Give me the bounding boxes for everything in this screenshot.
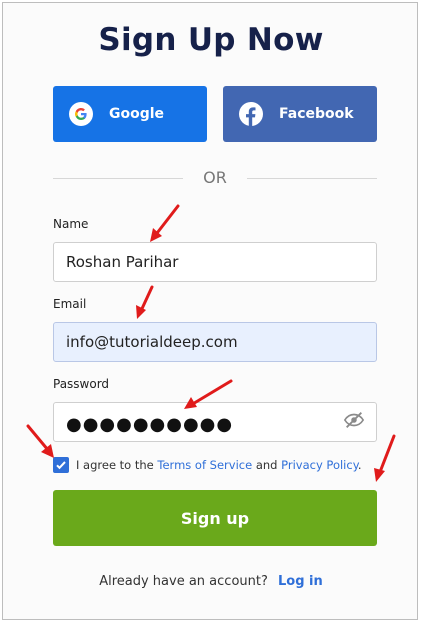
agree-and: and bbox=[255, 458, 278, 472]
terms-of-service-link[interactable]: Terms of Service bbox=[157, 458, 252, 472]
privacy-policy-link[interactable]: Privacy Policy bbox=[281, 458, 358, 472]
red-arrow-icon bbox=[374, 434, 396, 482]
already-text: Already have an account? bbox=[99, 574, 268, 589]
password-mask: ●●●●●●●●●● bbox=[66, 414, 234, 435]
google-icon bbox=[69, 102, 93, 126]
red-arrow-icon bbox=[26, 424, 54, 458]
red-arrow-icon bbox=[184, 379, 233, 409]
google-button-label: Google bbox=[109, 106, 165, 122]
agree-prefix: I agree to the bbox=[76, 458, 154, 472]
log-in-link[interactable]: Log in bbox=[278, 574, 323, 589]
login-prompt: Already have an account? Log in bbox=[0, 574, 422, 589]
google-signup-button[interactable]: Google bbox=[53, 86, 207, 142]
or-divider: OR bbox=[53, 166, 377, 190]
email-input[interactable] bbox=[53, 322, 377, 362]
name-input[interactable] bbox=[53, 242, 377, 282]
facebook-icon bbox=[239, 102, 263, 126]
red-arrow-icon bbox=[150, 204, 180, 242]
facebook-button-label: Facebook bbox=[279, 106, 354, 122]
eye-slash-icon[interactable] bbox=[343, 409, 365, 431]
agree-suffix: . bbox=[357, 458, 362, 472]
red-arrow-icon bbox=[136, 285, 154, 319]
sign-up-label: Sign up bbox=[180, 508, 250, 528]
email-label: Email bbox=[53, 297, 87, 311]
sign-up-button[interactable]: Sign up bbox=[53, 490, 377, 546]
facebook-signup-button[interactable]: Facebook bbox=[223, 86, 377, 142]
page-title: Sign Up Now bbox=[98, 22, 324, 58]
name-label: Name bbox=[53, 217, 89, 231]
divider-line-right bbox=[247, 178, 377, 179]
password-label: Password bbox=[53, 377, 110, 391]
terms-agreement: I agree to the Terms of Service and Priv… bbox=[76, 458, 362, 472]
